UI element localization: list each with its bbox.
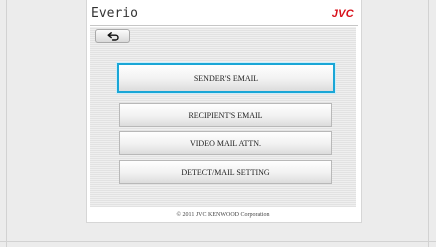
senders-email-button[interactable]: SENDER'S EMAIL — [117, 63, 335, 93]
recipients-email-label: RECIPIENT'S EMAIL — [188, 110, 263, 120]
menu-panel: SENDER'S EMAIL RECIPIENT'S EMAIL VIDEO M… — [90, 27, 356, 207]
frame-right-rule — [428, 0, 429, 247]
app-window: Everio JVC SENDER'S EMAIL RECIPIENT'S EM… — [86, 0, 362, 223]
title-divider — [90, 25, 358, 26]
detect-mail-setting-label: DETECT/MAIL SETTING — [181, 167, 270, 177]
back-button[interactable] — [95, 29, 130, 43]
frame-left-rule — [6, 0, 7, 247]
detect-mail-setting-button[interactable]: DETECT/MAIL SETTING — [119, 160, 332, 184]
frame-bottom-rule — [0, 241, 436, 242]
app-title: Everio — [91, 6, 138, 21]
video-mail-attn-label: VIDEO MAIL ATTN. — [189, 138, 262, 148]
copyright-footer: © 2011 JVC KENWOOD Corporation — [176, 211, 270, 218]
senders-email-label: SENDER'S EMAIL — [193, 73, 259, 83]
return-arrow-icon — [107, 31, 119, 41]
recipients-email-button[interactable]: RECIPIENT'S EMAIL — [119, 103, 332, 127]
video-mail-attn-button[interactable]: VIDEO MAIL ATTN. — [119, 131, 332, 155]
jvc-logo: JVC — [331, 8, 354, 20]
